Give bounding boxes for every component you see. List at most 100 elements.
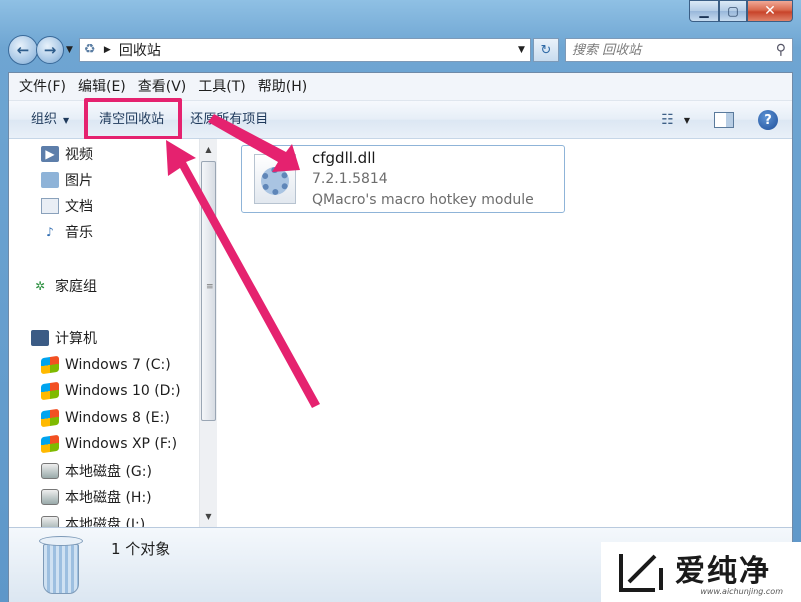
explorer-client: 文件(F) 编辑(E) 查看(V) 工具(T) 帮助(H) 组织 ▼ 清空回收站 … — [8, 72, 793, 602]
nav-item-label: 计算机 — [55, 331, 97, 347]
local-disk-icon — [41, 516, 59, 527]
nav-item-label: Windows 8 (E:) — [65, 410, 170, 426]
watermark-url: www.aichunjing.com — [700, 587, 783, 596]
menu-bar: 文件(F) 编辑(E) 查看(V) 工具(T) 帮助(H) — [9, 73, 792, 101]
video-icon: ▶ — [41, 146, 59, 162]
nav-item-homegroup[interactable]: ✲ 家庭组 — [31, 275, 97, 297]
file-name: cfgdll.dll — [312, 148, 376, 167]
caption-buttons: ▁ ▢ ✕ — [689, 0, 793, 24]
window-frame: ▁ ▢ ✕ ← → ▼ ♻ ▶ 回收站 ▼ ↻ ⚲ 文件(F) 编辑(E) 查看… — [0, 0, 801, 602]
nav-item-music[interactable]: ♪ 音乐 — [41, 221, 93, 243]
nav-item-label: 家庭组 — [55, 279, 97, 295]
nav-item-label: Windows XP (F:) — [65, 436, 178, 452]
file-list: cfgdll.dll 7.2.1.5814 QMacro's macro hot… — [221, 139, 792, 527]
nav-item-drive-c[interactable]: Windows 7 (C:) — [41, 354, 171, 376]
minimize-button[interactable]: ▁ — [689, 0, 719, 22]
nav-item-drive-h[interactable]: 本地磁盘 (H:) — [41, 486, 152, 508]
menu-help[interactable]: 帮助(H) — [252, 73, 313, 101]
search-input[interactable] — [572, 42, 776, 58]
address-path[interactable]: 回收站 — [119, 40, 512, 60]
restore-all-button[interactable]: 还原所有项目 — [182, 106, 276, 134]
recycle-bin-icon — [39, 534, 83, 598]
close-button[interactable]: ✕ — [747, 0, 793, 22]
nav-item-videos[interactable]: ▶ 视频 — [41, 143, 93, 165]
nav-item-label: 视频 — [65, 147, 93, 163]
nav-item-computer[interactable]: 计算机 — [31, 327, 97, 349]
windows-drive-icon — [41, 408, 59, 428]
file-item[interactable]: cfgdll.dll 7.2.1.5814 QMacro's macro hot… — [241, 145, 565, 213]
local-disk-icon — [41, 463, 59, 479]
back-button[interactable]: ← — [8, 35, 38, 65]
refresh-icon: ↻ — [540, 42, 552, 58]
minimize-icon: ▁ — [699, 4, 709, 18]
watermark-brand: 爱纯净 — [675, 554, 771, 589]
nav-item-drive-e[interactable]: Windows 8 (E:) — [41, 407, 170, 429]
forward-arrow-icon: → — [43, 41, 57, 59]
help-button[interactable]: ? — [758, 110, 778, 130]
watermark: 爱纯净 www.aichunjing.com — [601, 542, 801, 602]
bin-body — [43, 544, 79, 594]
documents-icon — [41, 198, 59, 214]
nav-item-documents[interactable]: 文档 — [41, 195, 93, 217]
close-icon: ✕ — [764, 3, 776, 19]
nav-item-pictures[interactable]: 图片 — [41, 169, 93, 191]
nav-item-drive-d[interactable]: Windows 10 (D:) — [41, 380, 181, 402]
dll-gear-icon — [254, 154, 296, 204]
menu-edit[interactable]: 编辑(E) — [72, 73, 132, 101]
chevron-down-icon: ▼ — [683, 115, 690, 125]
nav-item-drive-i[interactable]: 本地磁盘 (I:) — [41, 513, 145, 527]
chevron-down-icon: ▼ — [63, 115, 70, 125]
windows-drive-icon — [41, 355, 59, 375]
menu-view[interactable]: 查看(V) — [132, 73, 193, 101]
scroll-thumb[interactable]: ≡ — [201, 161, 216, 421]
forward-button[interactable]: → — [36, 36, 64, 64]
recycle-bin-small-icon: ♻ — [83, 42, 96, 57]
breadcrumb-chevron-icon[interactable]: ▶ — [104, 45, 111, 55]
search-icon[interactable]: ⚲ — [776, 42, 786, 58]
navigation-pane: ▶ 视频 图片 文档 ♪ 音乐 ✲ 家庭组 计算机 Windows 7 (C:) Wi… — [9, 139, 221, 527]
nav-item-drive-g[interactable]: 本地磁盘 (G:) — [41, 460, 152, 482]
file-version: 7.2.1.5814 — [312, 170, 388, 187]
bin-lid — [39, 536, 83, 546]
menu-tools[interactable]: 工具(T) — [192, 73, 251, 101]
recent-pages-dropdown[interactable]: ▼ — [66, 45, 73, 55]
restore-all-label: 还原所有项目 — [190, 111, 269, 127]
nav-item-label: Windows 10 (D:) — [65, 383, 181, 399]
music-icon: ♪ — [46, 225, 54, 239]
address-row: ← → ▼ ♻ ▶ 回收站 ▼ ↻ ⚲ — [8, 34, 793, 66]
preview-pane-button[interactable] — [714, 112, 734, 128]
back-arrow-icon: ← — [16, 41, 30, 59]
windows-drive-icon — [41, 434, 59, 454]
highlight-box — [84, 97, 183, 140]
nav-scrollbar[interactable]: ▲ ≡ ▼ — [199, 139, 217, 527]
organize-label: 组织 — [31, 111, 58, 127]
pictures-icon — [41, 172, 59, 188]
gear-icon — [261, 167, 289, 195]
search-box[interactable]: ⚲ — [565, 38, 793, 62]
scroll-down-icon[interactable]: ▼ — [200, 508, 217, 525]
nav-item-drive-f[interactable]: Windows XP (F:) — [41, 433, 177, 455]
address-dropdown-icon[interactable]: ▼ — [512, 45, 530, 55]
maximize-icon: ▢ — [727, 4, 739, 18]
view-options-icon: ☷ — [661, 112, 674, 128]
file-description: QMacro's macro hotkey module — [312, 191, 534, 208]
empty-recycle-bin-button[interactable]: 清空回收站 — [84, 97, 183, 140]
item-count: 1 个对象 — [111, 540, 171, 558]
command-bar: 组织 ▼ 清空回收站 还原所有项目 ☷ ▼ ? — [9, 97, 792, 140]
organize-button[interactable]: 组织 ▼ — [23, 106, 77, 134]
nav-item-label: 本地磁盘 (I:) — [65, 517, 146, 527]
nav-item-label: 本地磁盘 (G:) — [65, 464, 152, 480]
address-bar[interactable]: ♻ ▶ 回收站 ▼ — [78, 38, 531, 62]
maximize-button[interactable]: ▢ — [719, 0, 747, 22]
file-info: cfgdll.dll 7.2.1.5814 QMacro's macro hot… — [312, 148, 534, 211]
nav-item-label: 文档 — [65, 199, 93, 215]
nav-item-label: 音乐 — [65, 225, 93, 241]
nav-item-label: Windows 7 (C:) — [65, 357, 171, 373]
help-icon: ? — [764, 112, 772, 128]
change-view-button[interactable]: ☷ ▼ — [661, 112, 690, 128]
menu-file[interactable]: 文件(F) — [13, 73, 72, 101]
local-disk-icon — [41, 489, 59, 505]
scroll-up-icon[interactable]: ▲ — [200, 141, 217, 158]
homegroup-icon: ✲ — [34, 279, 46, 293]
refresh-button[interactable]: ↻ — [533, 38, 559, 62]
